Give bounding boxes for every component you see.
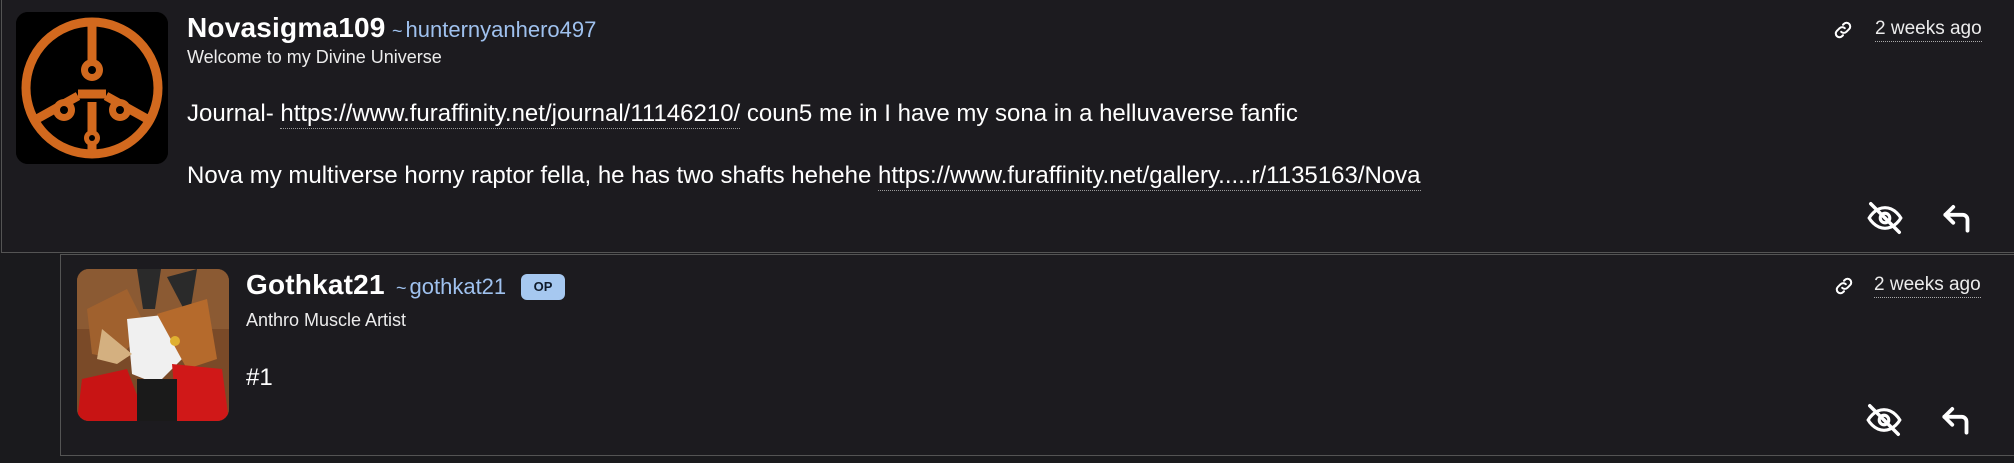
orange-hub-symbol-icon	[16, 12, 168, 164]
body-text: Journal-	[187, 100, 281, 127]
timestamp[interactable]: 2 weeks ago	[1874, 274, 1981, 298]
reply-arrow-icon[interactable]	[1938, 401, 1976, 439]
comment-card: Novasigma109 ~ hunternyanhero497 Welcome …	[1, 0, 2014, 253]
comment-body-line: Nova my multiverse horny raptor fella, h…	[187, 162, 1421, 191]
comment-body-line: #1	[246, 364, 273, 391]
timestamp[interactable]: 2 weeks ago	[1875, 18, 1982, 42]
handle-prefix: ~	[396, 278, 407, 298]
link-icon[interactable]	[1833, 275, 1855, 297]
link-icon[interactable]	[1832, 19, 1854, 41]
body-text: Nova my multiverse horny raptor fella, h…	[187, 162, 879, 189]
display-name[interactable]: Novasigma109	[187, 12, 386, 44]
username: hunternyanhero497	[405, 17, 597, 42]
username-link[interactable]: ~ gothkat21	[396, 274, 506, 300]
op-badge: OP	[521, 274, 565, 300]
display-name[interactable]: Gothkat21	[246, 269, 385, 301]
username-link[interactable]: ~ hunternyanhero497	[392, 17, 596, 43]
username: gothkat21	[409, 274, 507, 299]
journal-link[interactable]: https://www.furaffinity.net/journal/1114…	[280, 100, 741, 129]
comment-body-line: Journal- https://www.furaffinity.net/jou…	[187, 100, 1298, 129]
avatar[interactable]	[77, 269, 229, 421]
user-subtitle: Welcome to my Divine Universe	[187, 47, 442, 67]
avatar[interactable]	[16, 12, 168, 164]
gallery-link[interactable]: https://www.furaffinity.net/gallery.....…	[878, 162, 1421, 191]
reply-arrow-icon[interactable]	[1939, 199, 1977, 237]
hide-eye-slash-icon[interactable]	[1866, 199, 1904, 237]
comment-card-reply: Gothkat21 ~ gothkat21 OP Anthro Muscle Ar…	[60, 254, 2014, 456]
user-subtitle: Anthro Muscle Artist	[246, 310, 407, 330]
hide-eye-slash-icon[interactable]	[1865, 401, 1903, 439]
body-text: coun5 me in I have my sona in a helluvav…	[740, 100, 1298, 127]
handle-prefix: ~	[392, 21, 403, 41]
character-portrait-avatar	[77, 269, 229, 421]
